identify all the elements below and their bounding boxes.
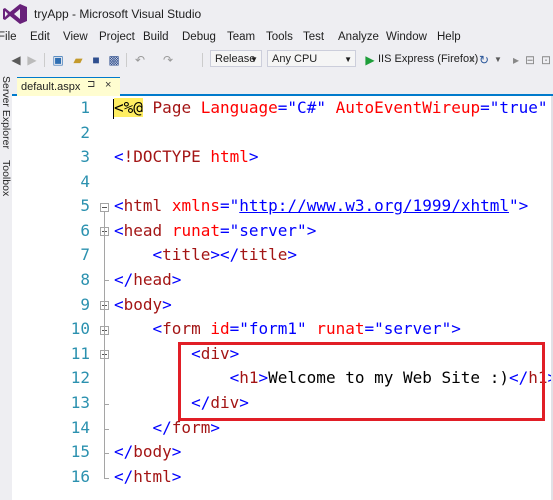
title-bar: tryApp - Microsoft Visual Studio <box>0 0 553 28</box>
menu-build[interactable]: Build <box>143 31 169 43</box>
menu-test[interactable]: Test <box>303 31 324 43</box>
outline-guide <box>104 212 105 478</box>
code-line[interactable]: <!DOCTYPE html> <box>114 147 259 166</box>
open-file-icon[interactable]: ▰ <box>70 52 86 68</box>
menu-file[interactable]: File <box>0 31 17 43</box>
tab-label: default.aspx <box>21 81 81 93</box>
line-number: 12 <box>70 368 90 387</box>
line-number: 10 <box>70 319 90 338</box>
outline-guide <box>104 478 109 479</box>
menu-edit[interactable]: Edit <box>30 31 50 43</box>
start-debugging-icon[interactable]: ▶ <box>362 52 378 68</box>
menu-help[interactable]: Help <box>437 31 461 43</box>
undo-icon[interactable]: ↶ <box>132 52 148 68</box>
line-number: 16 <box>70 467 90 486</box>
line-number: 13 <box>70 393 90 412</box>
line-number: 7 <box>80 245 90 264</box>
toolbox-tab[interactable]: Toolbox <box>0 160 12 196</box>
redo-icon[interactable]: ↷ <box>160 52 176 68</box>
line-number: 9 <box>80 295 90 314</box>
menu-window[interactable]: Window <box>386 31 427 43</box>
toolbar-separator <box>202 53 203 67</box>
menu-debug[interactable]: Debug <box>182 31 216 43</box>
menu-view[interactable]: View <box>63 31 88 43</box>
save-icon[interactable]: ■ <box>88 52 104 68</box>
code-editor[interactable]: 1 2 3 4 5 6 7 8 9 10 11 12 13 14 15 16 <… <box>12 96 553 500</box>
line-number: 5 <box>80 196 90 215</box>
tab-default-aspx[interactable]: default.aspx ⊐ × <box>17 77 120 96</box>
code-line[interactable]: <html xmlns="http://www.w3.org/1999/xhtm… <box>114 196 528 215</box>
save-all-icon[interactable]: ▩ <box>106 52 122 68</box>
collapse-html-icon[interactable] <box>100 203 109 212</box>
close-icon[interactable]: × <box>105 79 111 91</box>
chevron-down-icon[interactable]: ▼ <box>490 52 506 68</box>
menu-bar: File Edit View Project Build Debug Team … <box>0 28 553 48</box>
line-number: 6 <box>80 221 90 240</box>
menu-team[interactable]: Team <box>227 31 255 43</box>
window-title: tryApp - Microsoft Visual Studio <box>34 7 202 21</box>
line-number: 4 <box>80 172 90 191</box>
line-number: 15 <box>70 442 90 461</box>
code-line[interactable]: <head runat="server"> <box>114 221 316 240</box>
highlight-box <box>178 342 545 421</box>
document-tab-strip: default.aspx ⊐ × <box>12 74 553 96</box>
menu-analyze[interactable]: Analyze <box>338 31 379 43</box>
code-line[interactable]: </html> <box>114 467 181 486</box>
left-dock-panel: Server Explorer Toolbox <box>0 74 12 500</box>
visual-studio-logo-icon <box>3 4 27 24</box>
solution-platform-select[interactable]: Any CPU ▼ <box>267 50 356 67</box>
code-line[interactable]: <title></title> <box>114 245 298 264</box>
line-number: 14 <box>70 418 90 437</box>
toolbar-separator <box>44 53 45 67</box>
line-number: 3 <box>80 147 90 166</box>
code-line[interactable]: </head> <box>114 270 181 289</box>
line-number: 1 <box>80 98 90 117</box>
standard-toolbar: ◀ ▶ ▣ ▰ ■ ▩ ↶ ↷ Release ▼ Any CPU ▼ ▶ II… <box>0 48 553 72</box>
line-number: 2 <box>80 123 90 142</box>
line-number: 8 <box>80 270 90 289</box>
navigate-back-icon[interactable]: ◀ <box>8 52 24 68</box>
chevron-down-icon: ▼ <box>344 55 352 64</box>
code-line[interactable]: <form id="form1" runat="server"> <box>114 319 461 338</box>
code-line[interactable]: </body> <box>114 442 181 461</box>
code-line[interactable]: <%@ Page Language="C#" AutoEventWireup="… <box>114 98 553 117</box>
new-project-icon[interactable]: ▣ <box>50 52 66 68</box>
solution-configuration-select[interactable]: Release ▼ <box>210 50 262 67</box>
code-line[interactable]: <body> <box>114 295 172 314</box>
menu-tools[interactable]: Tools <box>266 31 293 43</box>
navigate-forward-icon[interactable]: ▶ <box>24 52 40 68</box>
line-number: 11 <box>70 344 90 363</box>
menu-project[interactable]: Project <box>99 31 135 43</box>
pin-icon[interactable]: ⊐ <box>87 79 95 90</box>
solution-platform-value: Any CPU <box>272 53 318 65</box>
comment-icon[interactable]: ⊟ <box>522 52 538 68</box>
toolbar-separator <box>126 53 127 67</box>
server-explorer-tab[interactable]: Server Explorer <box>0 76 12 149</box>
uncomment-icon[interactable]: ⊡ <box>538 52 553 68</box>
chevron-down-icon: ▼ <box>250 55 258 64</box>
